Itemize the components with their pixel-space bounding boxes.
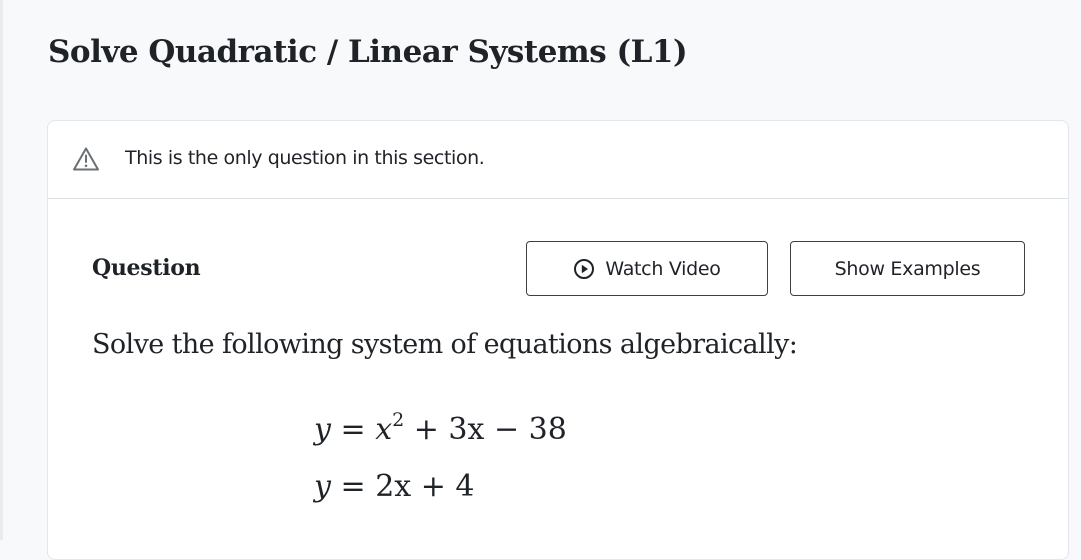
equation-quadratic: y = x2 + 3x − 38 (314, 409, 567, 447)
equation-relation: = (340, 412, 366, 447)
equation-lhs: y (314, 469, 331, 504)
question-card: This is the only question in this sectio… (47, 120, 1069, 560)
show-examples-button[interactable]: Show Examples (790, 241, 1025, 296)
warning-triangle-icon (73, 147, 99, 171)
equation-variable: x (375, 412, 393, 447)
equation-lhs: y (314, 412, 331, 447)
watch-video-button[interactable]: Watch Video (526, 241, 768, 296)
page-title: Solve Quadratic / Linear Systems (L1) (48, 34, 688, 70)
section-notice: This is the only question in this sectio… (48, 121, 1068, 199)
equation-rhs: + 3x − 38 (413, 412, 567, 447)
show-examples-label: Show Examples (834, 257, 981, 280)
question-prompt: Solve the following system of equations … (92, 329, 798, 360)
equation-relation: = (340, 469, 366, 504)
question-label: Question (92, 255, 201, 281)
play-circle-icon (574, 258, 595, 279)
notice-text: This is the only question in this sectio… (125, 147, 485, 169)
left-border (0, 0, 3, 540)
equation-linear: y = 2x + 4 (314, 469, 475, 504)
watch-video-label: Watch Video (605, 257, 721, 280)
equation-rhs: 2x + 4 (375, 469, 475, 504)
equation-exponent: 2 (392, 409, 405, 431)
